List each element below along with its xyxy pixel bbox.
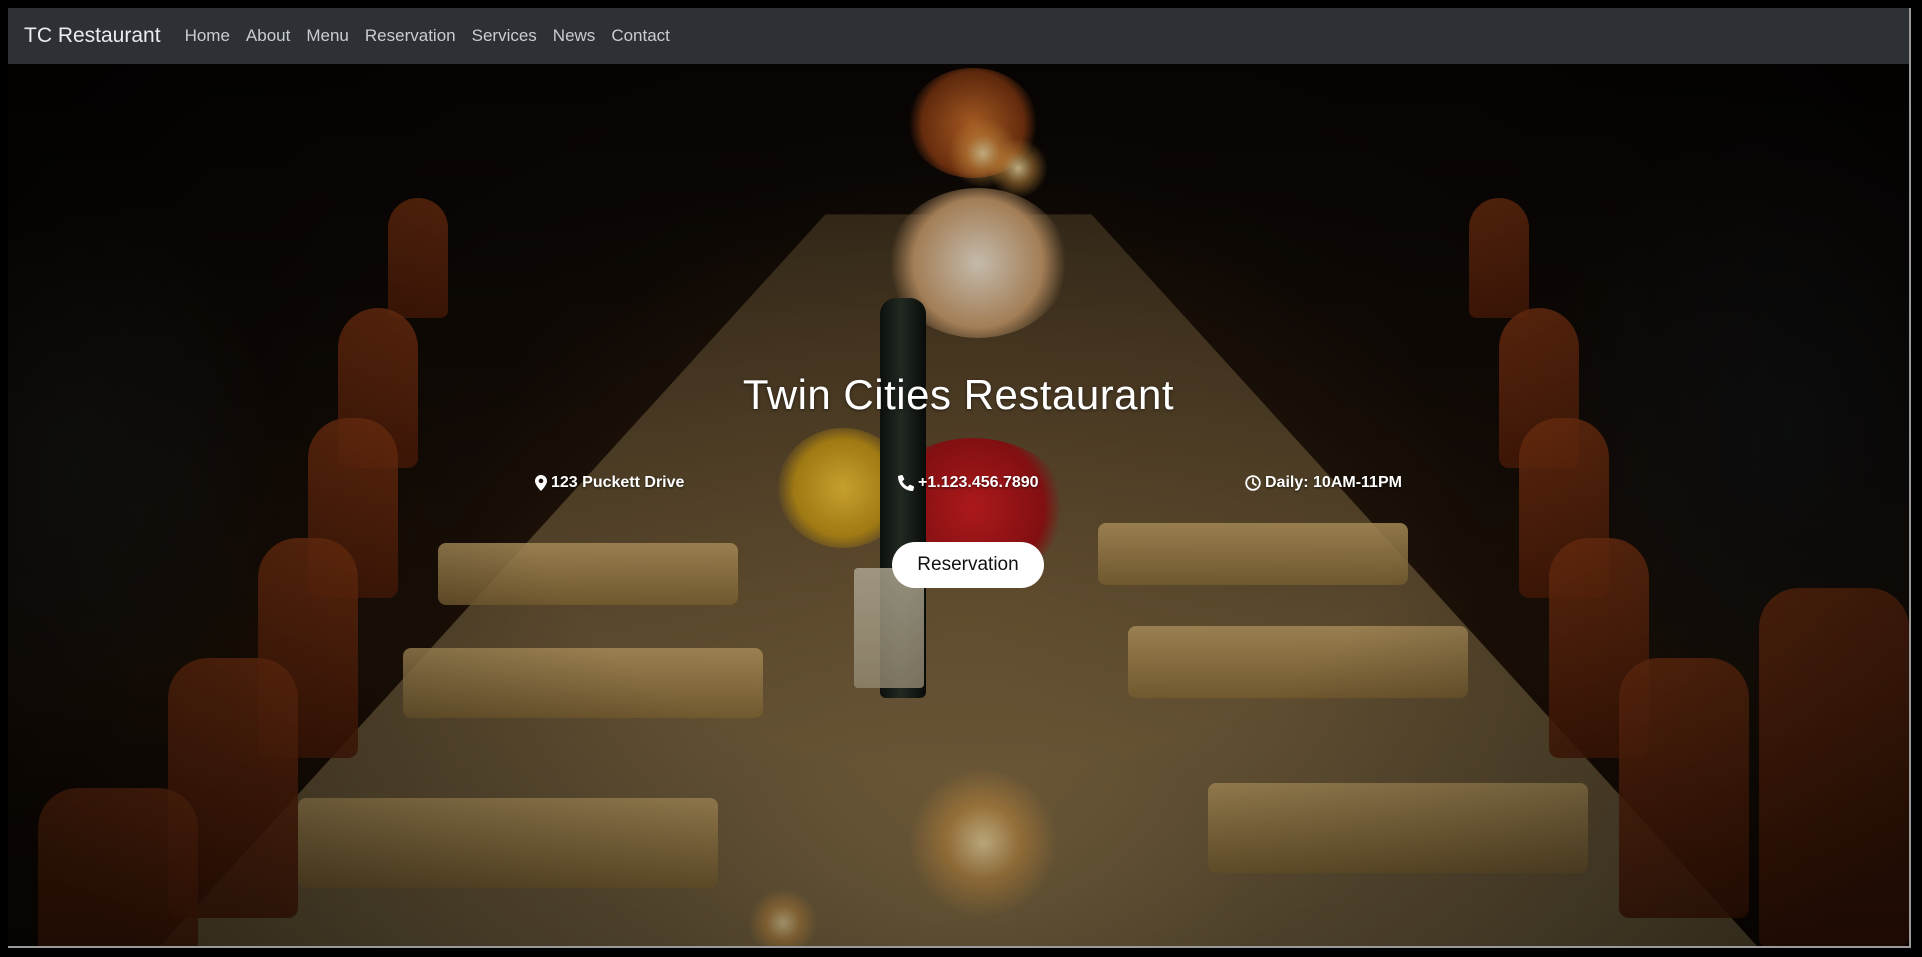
nav-link-reservation[interactable]: Reservation (365, 26, 456, 46)
phone-info: +1.123.456.7890 (898, 474, 1039, 492)
navbar: TC Restaurant Home About Menu Reservatio… (8, 8, 1909, 64)
hours-text: Daily: 10AM-11PM (1265, 474, 1402, 491)
nav-link-contact[interactable]: Contact (611, 26, 670, 46)
phone-icon (898, 475, 914, 491)
address-info: 123 Puckett Drive (535, 474, 684, 492)
clock-icon (1245, 475, 1261, 491)
nav-link-services[interactable]: Services (472, 26, 537, 46)
phone-text: +1.123.456.7890 (918, 474, 1039, 491)
nav-link-home[interactable]: Home (185, 26, 230, 46)
map-marker-icon (535, 475, 547, 491)
hours-info: Daily: 10AM-11PM (1245, 474, 1402, 492)
nav-link-about[interactable]: About (246, 26, 290, 46)
hero-title: Twin Cities Restaurant (742, 371, 1175, 418)
address-text: 123 Puckett Drive (551, 474, 685, 491)
page-frame: TC Restaurant Home About Menu Reservatio… (8, 8, 1911, 948)
reservation-button[interactable]: Reservation (892, 542, 1044, 588)
brand-link[interactable]: TC Restaurant (24, 24, 161, 48)
nav-link-menu[interactable]: Menu (306, 26, 349, 46)
nav-link-news[interactable]: News (553, 26, 596, 46)
